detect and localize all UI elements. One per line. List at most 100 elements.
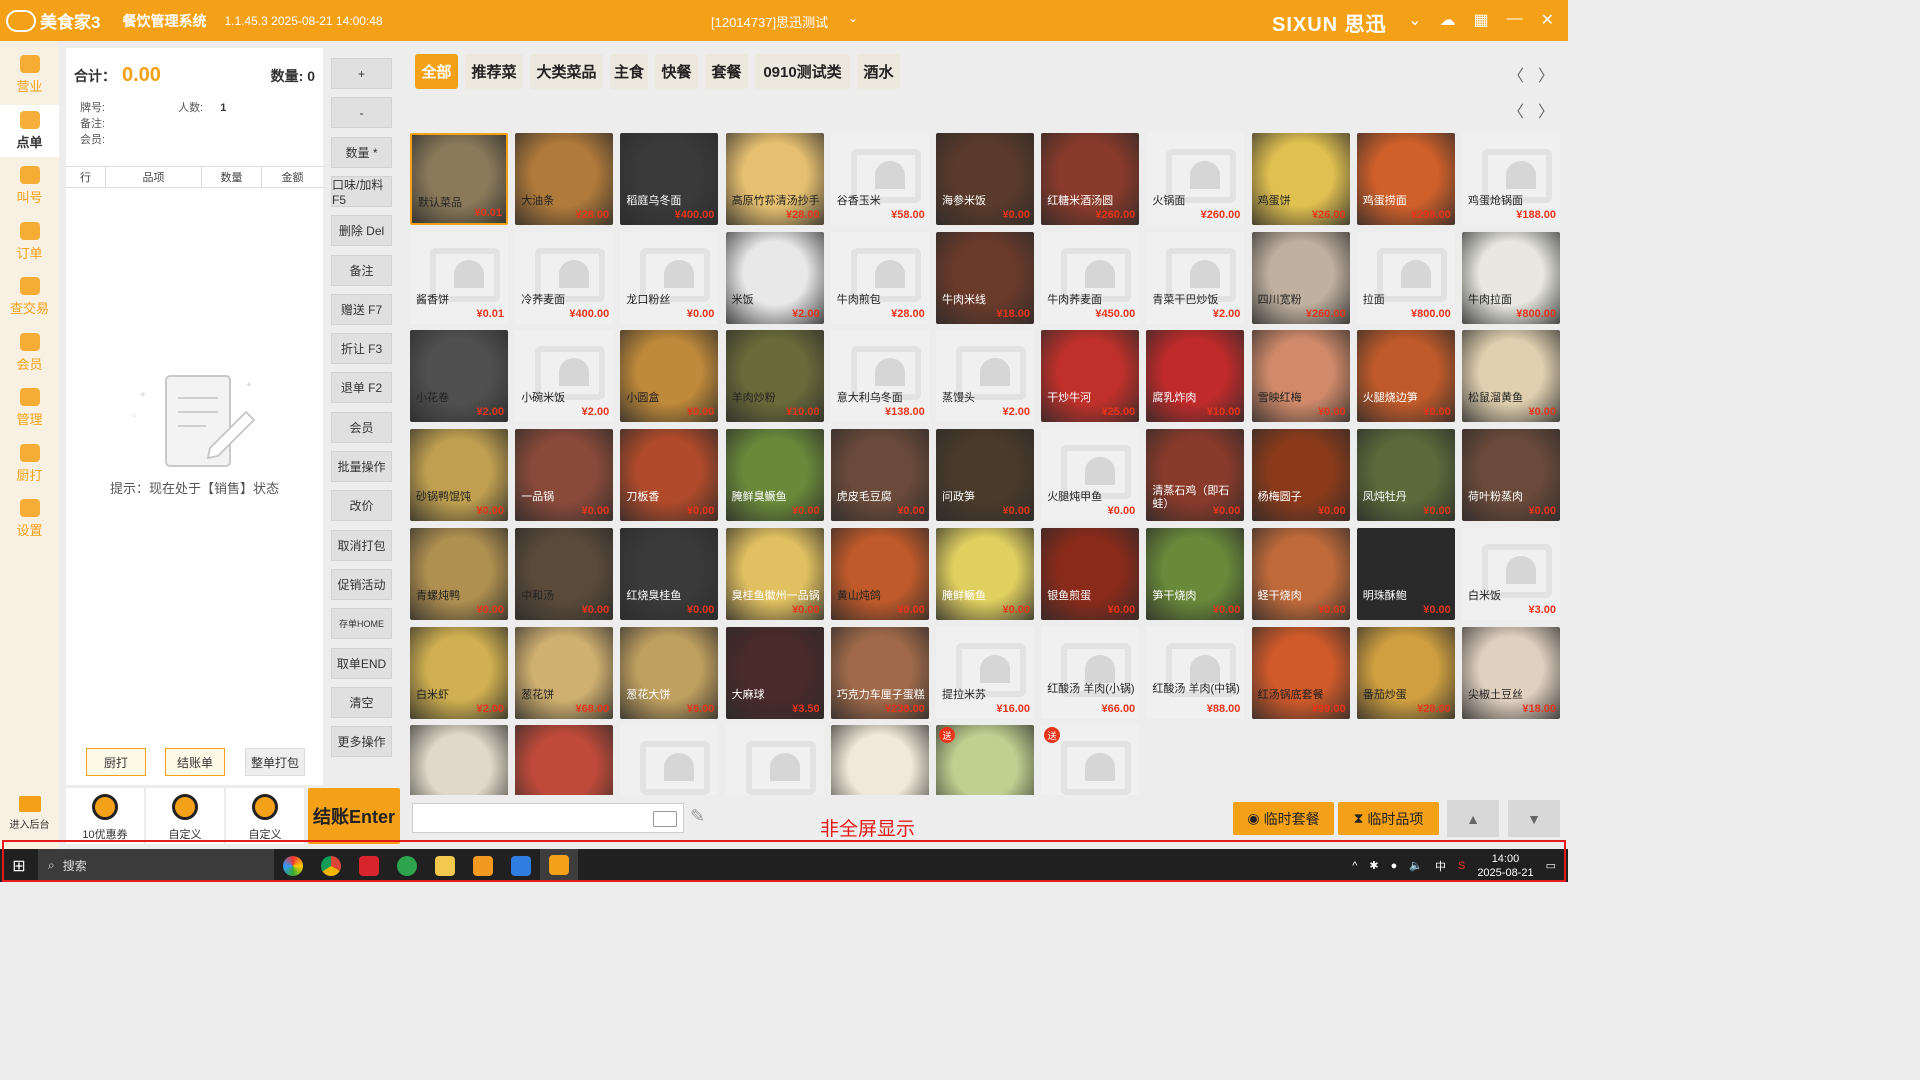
dish-tile[interactable]: 海参米饭 ¥0.00 [936, 133, 1034, 225]
dish-tile[interactable]: 米饭 ¥2.00 [725, 231, 824, 324]
dish-tile[interactable]: 默认菜品 ¥0.01 [410, 133, 508, 225]
dish-tile[interactable]: 红汤锅底套餐 ¥99.00 [1251, 626, 1350, 719]
sidebar-item-4[interactable]: 查交易 [0, 271, 59, 323]
dish-tile[interactable] [515, 725, 614, 795]
dish-tile[interactable]: 龙口粉丝 ¥0.00 [620, 231, 719, 324]
op-button-9[interactable]: 会员 [331, 411, 392, 443]
meishijia-taskbar-icon[interactable] [540, 849, 578, 882]
category-tab-4[interactable]: 快餐 [655, 54, 698, 89]
custom-tile-2[interactable]: 自定义 [226, 788, 304, 844]
dish-tile[interactable]: 提拉米苏 ¥16.00 [936, 626, 1034, 719]
dish-tile[interactable]: 葱花饼 ¥68.00 [515, 626, 614, 719]
dish-tile[interactable]: 青菜干巴炒饭 ¥2.00 [1146, 231, 1245, 324]
dish-tile[interactable]: 巧克力车厘子蛋糕 ¥238.00 [830, 626, 929, 719]
category-tab-2[interactable]: 大类菜品 [530, 54, 603, 89]
scroll-down-button[interactable]: ▼ [1508, 800, 1560, 837]
dish-tile[interactable]: 鸡蛋炝锅面 ¥188.00 [1462, 133, 1560, 225]
enter-backend-button[interactable]: 进入后台 [0, 796, 59, 831]
dish-tile[interactable]: 酱香饼 ¥0.01 [410, 231, 508, 324]
dish-tile[interactable]: 蛏干烧肉 ¥0.00 [1251, 527, 1350, 620]
minimize-icon[interactable]: — [1507, 10, 1523, 30]
op-button-11[interactable]: 改价 [331, 490, 392, 522]
windows-start-icon[interactable]: ⊞ [0, 849, 38, 882]
dish-tile[interactable]: 中和汤 ¥0.00 [515, 527, 614, 620]
chrome-icon[interactable] [312, 849, 350, 882]
temp-combo-button[interactable]: ◉ 临时套餐 [1233, 802, 1334, 835]
dish-tile[interactable]: 腐乳炸肉 ¥10.00 [1146, 330, 1245, 423]
sidebar-item-6[interactable]: 管理 [0, 382, 59, 434]
category-tab-6[interactable]: 0910测试类 [755, 54, 850, 89]
op-button-1[interactable]: - [331, 97, 392, 129]
dish-tile[interactable]: 红烧臭桂鱼 ¥0.00 [620, 527, 719, 620]
wps-icon[interactable] [350, 849, 388, 882]
dish-tile[interactable]: 青螺炖鸭 ¥0.00 [410, 527, 508, 620]
category-tab-5[interactable]: 套餐 [705, 54, 748, 89]
op-button-10[interactable]: 批量操作 [331, 451, 392, 482]
op-button-14[interactable]: 存单HOME [331, 608, 392, 640]
dish-tile[interactable]: 鸡蛋饼 ¥26.00 [1251, 133, 1350, 225]
dish-tile[interactable]: 小圆盒 ¥0.00 [620, 330, 719, 423]
dish-tile[interactable]: 蒸馒头 ¥2.00 [936, 330, 1034, 423]
op-button-13[interactable]: 促销活动 [331, 568, 392, 600]
op-button-12[interactable]: 取消打包 [331, 529, 392, 561]
app-icon-orange[interactable] [464, 849, 502, 882]
dish-tile[interactable]: 火腿烧边笋 ¥0.00 [1356, 330, 1455, 423]
dropdown-icon[interactable]: ⌄ [1408, 10, 1421, 30]
op-button-2[interactable]: 数量 * [331, 136, 392, 168]
dish-tile[interactable]: 冷荞麦面 ¥400.00 [515, 231, 614, 324]
dish-tile[interactable]: 松鼠溜黄鱼 ¥0.00 [1462, 330, 1560, 423]
dish-tile[interactable]: 砂锅鸭馄饨 ¥0.00 [410, 429, 508, 522]
scroll-up-button[interactable]: ▲ [1447, 800, 1499, 837]
dish-tile[interactable]: 干炒牛河 ¥25.00 [1041, 330, 1140, 423]
dish-tile[interactable]: 腌鲜鳜鱼 ¥0.00 [936, 527, 1034, 620]
op-button-16[interactable]: 清空 [331, 686, 392, 718]
cloud-sync-icon[interactable]: ☁ [1439, 10, 1455, 30]
category-tab-1[interactable]: 推荐菜 [465, 54, 523, 89]
dish-tile[interactable]: 红酸汤 羊肉(小锅) ¥66.00 [1041, 626, 1140, 719]
dish-tile[interactable]: 大麻球 ¥3.50 [725, 626, 824, 719]
dish-tile[interactable]: 红酸汤 羊肉(中锅) ¥88.00 [1146, 626, 1245, 719]
bill-print-toggle[interactable]: 结账单 [165, 748, 225, 776]
qr-code-icon[interactable]: ▦ [1473, 10, 1488, 30]
close-icon[interactable]: ✕ [1541, 10, 1554, 30]
wechat-icon[interactable]: ● [1391, 860, 1398, 872]
dish-tile[interactable]: 雪映红梅 ¥0.00 [1251, 330, 1350, 423]
store-selector[interactable]: [12014737]思迅测试 [711, 12, 828, 31]
dish-tile[interactable]: 明珠酥鲍 ¥0.00 [1356, 527, 1455, 620]
op-button-5[interactable]: 备注 [331, 254, 392, 286]
subcategory-prev-icon[interactable]: 〈 [1508, 98, 1524, 122]
volume-icon[interactable]: 🔈 [1409, 859, 1423, 872]
sidebar-item-2[interactable]: 叫号 [0, 160, 59, 212]
dish-tile[interactable]: 白米虾 ¥2.00 [410, 626, 508, 719]
dish-tile[interactable]: 小花卷 ¥2.00 [410, 330, 508, 423]
custom-tile-1[interactable]: 自定义 [146, 788, 224, 844]
op-button-17[interactable]: 更多操作 [331, 726, 392, 758]
dish-tile[interactable]: 火锅面 ¥260.00 [1146, 133, 1245, 225]
dish-tile[interactable]: 大油条 ¥28.00 [515, 133, 614, 225]
sidebar-item-5[interactable]: 会员 [0, 327, 59, 379]
taskbar-search[interactable]: ⌕ 搜索 [38, 849, 274, 882]
category-tab-7[interactable]: 酒水 [857, 54, 900, 89]
sidebar-item-0[interactable]: 营业 [0, 49, 59, 101]
dish-tile[interactable]: 高原竹荪清汤抄手 ¥28.00 [725, 133, 824, 225]
dish-tile[interactable]: 送 [936, 725, 1034, 795]
dish-tile[interactable]: 四川宽粉 ¥260.00 [1251, 231, 1350, 324]
temp-item-button[interactable]: ⧗ 临时品项 [1338, 802, 1439, 835]
sidebar-item-7[interactable]: 厨打 [0, 438, 59, 490]
bluetooth-icon[interactable]: ✱ [1369, 859, 1378, 872]
dish-tile[interactable]: 意大利乌冬面 ¥138.00 [830, 330, 929, 423]
dish-tile[interactable]: 臭桂鱼徽州一品锅 ¥0.00 [725, 527, 824, 620]
dish-tile[interactable]: 拉面 ¥800.00 [1356, 231, 1455, 324]
op-button-4[interactable]: 删除 Del [331, 215, 392, 247]
category-tab-0[interactable]: 全部 [415, 54, 458, 89]
dish-tile[interactable]: 虎皮毛豆腐 ¥0.00 [830, 429, 929, 522]
tray-expand-icon[interactable]: ^ [1352, 860, 1357, 872]
folder-icon[interactable] [426, 849, 464, 882]
op-button-8[interactable]: 退单 F2 [331, 372, 392, 404]
dish-tile[interactable]: 一品锅 ¥0.00 [515, 429, 614, 522]
dish-tile[interactable]: 尖椒土豆丝 ¥18.00 [1462, 626, 1560, 719]
notification-icon[interactable]: ▭ [1546, 859, 1556, 872]
dish-tile[interactable] [725, 725, 824, 795]
op-button-0[interactable]: + [331, 58, 392, 89]
dish-tile[interactable]: 凤炖牡丹 ¥0.00 [1356, 429, 1455, 522]
